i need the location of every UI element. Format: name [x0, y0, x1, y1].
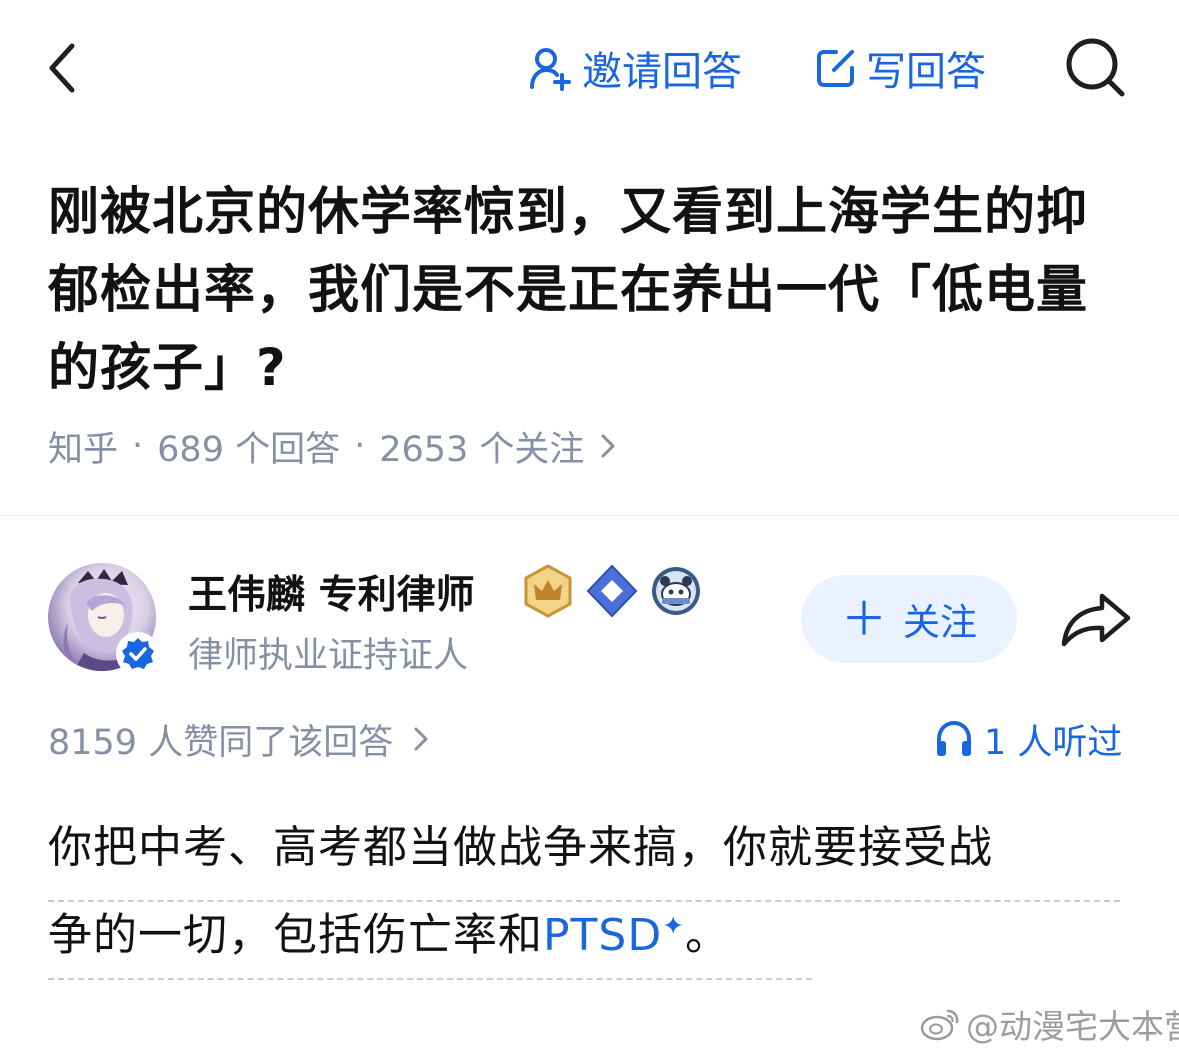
question-meta[interactable]: 知乎 · 689 个回答 · 2653 个关注: [48, 422, 616, 470]
crown-badge-icon[interactable]: [522, 564, 574, 618]
search-button[interactable]: [1060, 34, 1130, 100]
search-icon: [1066, 38, 1125, 97]
separator-dot: ·: [132, 426, 144, 466]
write-answer-label: 写回答: [866, 49, 986, 95]
chevron-right-icon: [601, 434, 615, 458]
answer-text-segment: 。: [685, 909, 731, 961]
listen-count-text: 1 人听过: [984, 722, 1123, 763]
answer-text-line[interactable]: 争的一切，包括伤亡率和PTSD✦。: [48, 898, 812, 980]
question-title[interactable]: 刚被北京的休学率惊到，又看到上海学生的抑郁检出率，我们是不是正在养出一代「低电量…: [48, 174, 1138, 408]
ptsd-link-text: PTSD: [543, 909, 663, 961]
write-answer-button[interactable]: 写回答: [814, 38, 986, 98]
edit-icon: [817, 50, 854, 87]
plus-icon: ＋: [841, 592, 887, 646]
invite-answer-button[interactable]: 邀请回答: [528, 38, 742, 98]
upvote-count-text: 8159 人赞同了该回答: [48, 722, 394, 763]
section-divider: [0, 515, 1179, 516]
invite-answer-label: 邀请回答: [582, 49, 742, 95]
answer-text-segment: 争的一切，包括伤亡率和: [48, 909, 543, 961]
separator-dot: ·: [354, 426, 366, 466]
sparkle-icon: ✦: [662, 911, 686, 941]
author-credential: 律师执业证持证人: [188, 635, 469, 676]
panda-badge-icon[interactable]: [650, 564, 702, 618]
verified-check-icon: [122, 638, 154, 669]
share-button[interactable]: [1058, 590, 1134, 652]
weibo-logo-icon: [920, 1009, 959, 1041]
headphones-icon: [937, 720, 971, 756]
answer-text-line[interactable]: 你把中考、高考都当做战争来搞，你就要接受战: [48, 820, 1120, 902]
diamond-badge-icon[interactable]: [586, 564, 638, 618]
invite-user-icon: [530, 48, 571, 91]
watermark-text: @动漫宅大本营: [966, 1007, 1179, 1046]
watermark: @动漫宅大本营: [920, 1000, 1179, 1048]
chevron-left-icon: [49, 43, 75, 93]
share-arrow-icon: [1061, 593, 1131, 647]
author-name[interactable]: 王伟麟 专利律师: [188, 565, 475, 619]
ptsd-link[interactable]: PTSD✦: [543, 910, 685, 961]
back-button[interactable]: [40, 38, 88, 98]
followers-count: 2653 个关注: [379, 429, 585, 470]
upvote-summary[interactable]: 8159 人赞同了该回答: [48, 714, 429, 764]
follow-label: 关注: [903, 601, 977, 644]
answers-count: 689 个回答: [157, 429, 341, 470]
author-badges: [522, 564, 714, 618]
listen-count[interactable]: 1 人听过: [934, 714, 1122, 764]
follow-button[interactable]: ＋ 关注: [801, 575, 1017, 663]
verified-badge: [116, 632, 160, 676]
source-label: 知乎: [48, 429, 119, 470]
chevron-right-icon: [414, 727, 428, 751]
